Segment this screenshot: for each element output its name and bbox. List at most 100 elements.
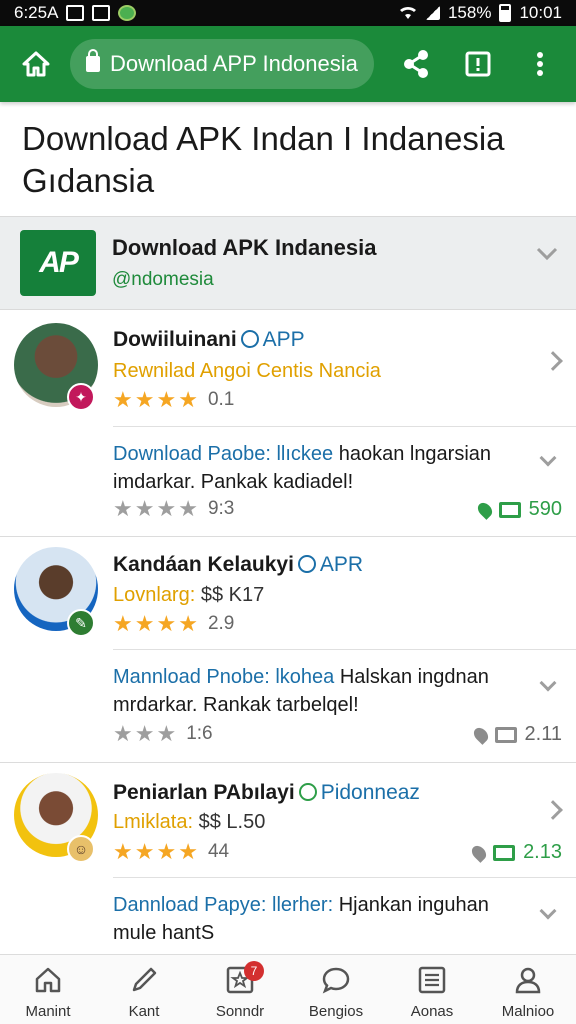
description-line2: imdarkar. Pankak kadiadel! [113, 471, 354, 493]
rating-value: 0.1 [207, 389, 235, 410]
tabs-button[interactable] [456, 42, 500, 86]
rating-value: 2.9 [207, 613, 235, 634]
bottom-navigation: Manint Kant 7 Sonndr Bengios Aonas Malni… [0, 954, 576, 1024]
verified-icon [297, 555, 316, 573]
person-icon [515, 967, 541, 994]
rating-stars: ★ ★ ★ ★ 0.1 [113, 387, 235, 412]
chat-icon [322, 967, 350, 994]
secondary-rating: ★ ★ ★ 1:6 [113, 721, 213, 746]
entry-description: Download Paobe: llıckee haokan lngarsian… [113, 440, 523, 496]
nav-label: Sonndr [215, 1003, 265, 1020]
nav-label: Malnioo [501, 1003, 555, 1020]
screen-icon [494, 726, 517, 743]
app-entry[interactable]: ☺ Peniarlan PAbılayi Pidonneaz Lmiklata: … [0, 763, 576, 953]
description-rest: Hjankan inguhan [333, 894, 489, 916]
description-lead[interactable]: Dannload Papye: llerher: [113, 894, 333, 916]
secondary-rating: ★ ★ ★ ★ 9:3 [113, 496, 235, 521]
url-text: Download APP Indonesia [110, 51, 358, 76]
subtitle-price: $$ L.50 [193, 811, 266, 833]
lock-icon [86, 49, 100, 72]
notification-badge: 7 [244, 961, 264, 981]
nav-item-pen[interactable]: Kant [96, 955, 192, 1024]
entry-tag: APP [262, 328, 305, 351]
notification-icon [66, 5, 85, 21]
notification-icon [92, 5, 111, 21]
chevron-right-icon[interactable] [543, 800, 563, 820]
nav-item-star[interactable]: 7 Sonndr [192, 955, 288, 1024]
drop-icon [469, 842, 489, 863]
url-bar[interactable]: Download APP Indonesia [70, 39, 374, 89]
description-lead[interactable]: Download Paobe: llıckee [113, 443, 333, 465]
description-rest: Halskan ingdnan [334, 666, 489, 688]
download-count: 2.11 [524, 723, 562, 745]
drop-icon [474, 499, 495, 520]
download-count: 2.13 [523, 841, 562, 863]
entry-name: Peniarlan PAbılayi Pidonneaz [113, 781, 420, 804]
page-title-line1: Download APK Indan I Indanesia [22, 120, 505, 157]
nav-item-home[interactable]: Manint [0, 955, 96, 1024]
app-entry[interactable]: ✦ Dowiiluinani APP Rewnilad Angoi Centis … [0, 310, 576, 536]
download-meta: 590 [474, 498, 562, 521]
rocket-icon: ✦ [67, 383, 95, 411]
status-bar: 6:25A 158% 10:01 [0, 0, 576, 26]
home-icon [22, 51, 50, 77]
rating-value: 1:6 [186, 723, 213, 744]
rating-stars: ★ ★ ★ ★ 2.9 [113, 611, 235, 636]
screen-icon [493, 844, 516, 861]
nav-label: Kant [128, 1003, 160, 1020]
more-vert-icon [537, 52, 543, 76]
download-count: 590 [528, 498, 562, 520]
share-button[interactable] [394, 42, 438, 86]
subtitle-price: $$ K17 [195, 584, 265, 606]
nav-item-chat[interactable]: Bengios [288, 955, 384, 1024]
logo-text: AP [39, 246, 79, 279]
entry-subtitle: Lmiklata: $$ L.50 [113, 811, 265, 834]
status-time-left: 6:25A [14, 3, 59, 22]
nav-item-profile[interactable]: Malnioo [480, 955, 576, 1024]
divider [113, 877, 576, 878]
tabs-icon [465, 51, 491, 77]
featured-app-logo: AP [20, 230, 96, 296]
description-lead[interactable]: Mannload Pnobe: lkohea [113, 666, 334, 688]
chevron-down-icon[interactable] [536, 247, 558, 266]
home-icon [35, 967, 61, 993]
entry-name: Kandáan Kelaukyi APR [113, 553, 364, 576]
divider [113, 649, 576, 650]
status-time-right: 10:01 [519, 3, 562, 22]
battery-icon [499, 4, 512, 22]
battery-percent: 158% [447, 3, 492, 22]
home-button[interactable] [14, 42, 58, 86]
emoji-icon: ☺ [67, 835, 95, 863]
chevron-down-icon[interactable] [539, 674, 557, 692]
chevron-down-icon[interactable] [539, 902, 557, 920]
entry-description: Mannload Pnobe: lkohea Halskan ingdnan m… [113, 663, 523, 719]
chevron-right-icon[interactable] [543, 351, 563, 371]
menu-button[interactable] [518, 42, 562, 86]
browser-toolbar: Download APP Indonesia [0, 26, 576, 102]
nav-label: Manint [25, 1003, 71, 1020]
subtitle-prefix: Lovnlarg: [113, 584, 196, 606]
page-title: Download APK Indan I Indanesia Gıdansia [22, 118, 562, 202]
share-icon [404, 50, 428, 78]
pen-icon [132, 967, 157, 992]
rating-stars: ★ ★ ★ ★ 44 [113, 839, 230, 864]
verified-icon [298, 783, 317, 801]
verified-icon [240, 330, 259, 348]
entry-subtitle: Rewnilad Angoi Centis Nancia [113, 360, 381, 382]
app-notification-icon [118, 5, 137, 21]
entry-subtitle: Lovnlarg: $$ K17 [113, 584, 264, 607]
drop-icon [470, 724, 491, 745]
description-line2: mule hantS [113, 922, 215, 944]
nav-label: Bengios [308, 1003, 364, 1020]
chevron-down-icon[interactable] [539, 449, 557, 467]
featured-app-row[interactable]: AP Download APK Indanesia @ndomesia [0, 216, 576, 310]
nav-item-list[interactable]: Aonas [384, 955, 480, 1024]
download-meta: 2.13 [469, 841, 562, 864]
entry-tag: APR [319, 553, 364, 576]
app-entry[interactable]: ✎ Kandáan Kelaukyi APR Lovnlarg: $$ K17 ★… [0, 537, 576, 762]
featured-title: Download APK Indanesia [112, 235, 377, 260]
divider [113, 426, 576, 427]
description-line2: mrdarkar. Rankak tarbelqel! [113, 694, 359, 716]
rocket-icon: ✎ [67, 609, 95, 637]
wifi-icon [399, 6, 416, 19]
